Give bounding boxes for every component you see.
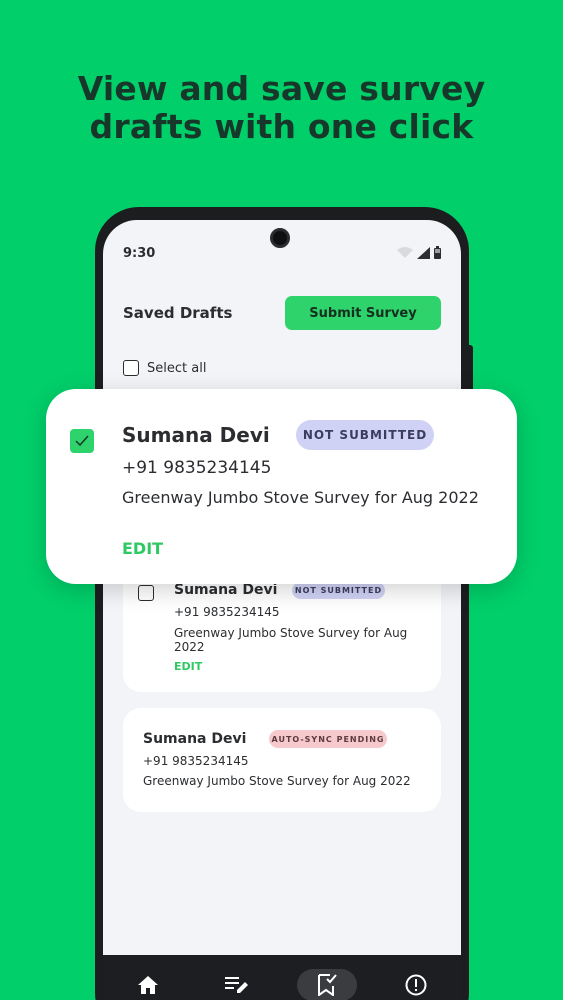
status-icons — [397, 246, 441, 259]
status-badge: NOT SUBMITTED — [292, 582, 385, 599]
draft-checkbox-checked[interactable] — [70, 429, 94, 453]
edit-list-icon — [225, 977, 249, 993]
select-all-checkbox[interactable] — [123, 360, 139, 376]
phone-screen: 9:30 Saved Drafts Submit Survey Select a… — [103, 220, 461, 1000]
draft-name: Sumana Devi — [143, 731, 247, 747]
home-icon — [137, 976, 158, 994]
nav-drafts[interactable] — [296, 969, 357, 1000]
status-badge: NOT SUBMITTED — [296, 420, 434, 450]
draft-name: Sumana Devi — [174, 582, 278, 598]
draft-phone: +91 9835234145 — [143, 754, 249, 768]
check-icon — [75, 435, 89, 447]
draft-survey: Greenway Jumbo Stove Survey for Aug 2022 — [143, 774, 411, 788]
select-all-label: Select all — [147, 360, 207, 376]
headline-line-2: drafts with one click — [89, 107, 474, 146]
headline: View and save survey drafts with one cli… — [0, 70, 563, 146]
draft-name: Sumana Devi — [122, 423, 270, 447]
headline-line-1: View and save survey — [77, 69, 486, 108]
camera-icon — [270, 228, 290, 248]
battery-icon — [434, 246, 441, 259]
nav-home[interactable] — [118, 969, 178, 1000]
submit-survey-button[interactable]: Submit Survey — [285, 296, 441, 330]
highlighted-draft-card[interactable]: Sumana Devi NOT SUBMITTED +91 9835234145… — [46, 389, 517, 584]
status-badge: AUTO-SYNC PENDING — [269, 730, 387, 748]
edit-link[interactable]: EDIT — [122, 539, 163, 558]
bottom-navigation — [103, 955, 461, 1000]
signal-icon — [417, 246, 430, 259]
draft-phone: +91 9835234145 — [174, 605, 280, 619]
nav-edit-list[interactable] — [207, 969, 267, 1000]
wifi-icon — [397, 246, 413, 258]
edit-link[interactable]: EDIT — [174, 660, 202, 673]
select-all-row[interactable]: Select all — [123, 360, 206, 376]
draft-survey: Greenway Jumbo Stove Survey for Aug 2022 — [174, 626, 408, 654]
nav-info[interactable] — [386, 969, 446, 1000]
page-title: Saved Drafts — [123, 304, 233, 322]
draft-checkbox[interactable] — [138, 585, 154, 601]
status-time: 9:30 — [123, 246, 156, 261]
draft-survey: Greenway Jumbo Stove Survey for Aug 2022 — [122, 488, 479, 507]
draft-card[interactable]: Sumana Devi AUTO-SYNC PENDING +91 983523… — [123, 708, 441, 812]
drafts-icon — [317, 974, 337, 996]
draft-phone: +91 9835234145 — [122, 458, 272, 478]
info-icon — [405, 974, 427, 996]
